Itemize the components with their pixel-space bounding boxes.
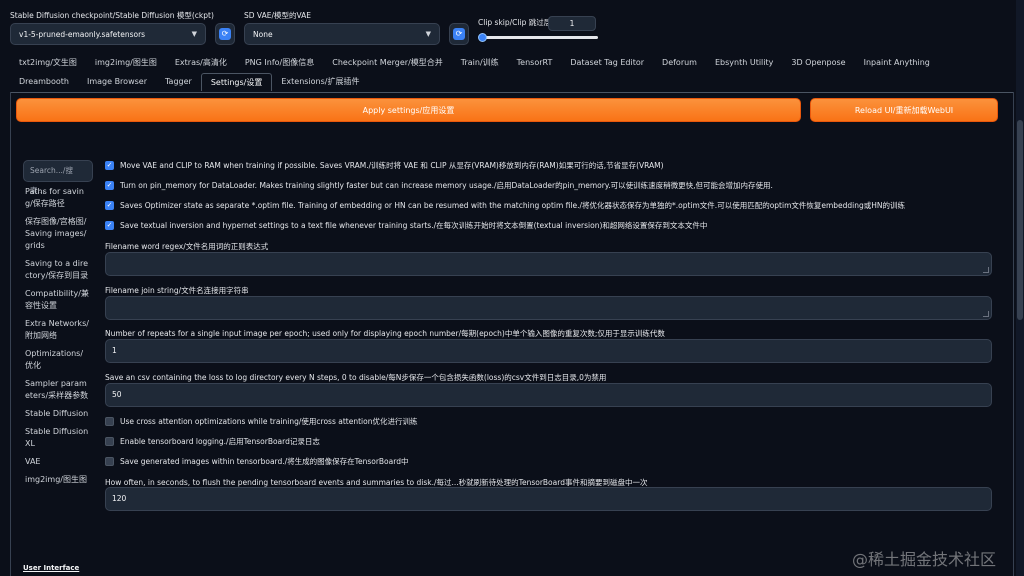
reload-ui-button[interactable]: Reload UI/重新加载WebUI xyxy=(810,98,998,122)
sidebar-item-3[interactable]: Compatibility/兼容性设置 xyxy=(25,288,91,312)
vae-refresh-button[interactable]: ⟳ xyxy=(449,23,469,45)
refresh-icon: ⟳ xyxy=(219,28,231,40)
checkbox-unchecked[interactable] xyxy=(105,457,114,466)
tab-inpaint-anything[interactable]: Inpaint Anything xyxy=(855,54,939,72)
settings-search-input[interactable]: Search.../搜索... xyxy=(23,160,93,195)
setting-tensorboard-images[interactable]: Save generated images within tensorboard… xyxy=(105,456,408,467)
tab-image-browser[interactable]: Image Browser xyxy=(78,73,156,91)
checkbox-checked[interactable]: ✓ xyxy=(105,181,114,190)
repeats-label: Number of repeats for a single input ima… xyxy=(105,329,665,338)
top-bar: Stable Diffusion checkpoint/Stable Diffu… xyxy=(0,0,1024,52)
clip-skip-label: Clip skip/Clip 跳过层 xyxy=(478,18,552,27)
setting-label: Use cross attention optimizations while … xyxy=(120,417,418,426)
setting-save-textual[interactable]: ✓ Save textual inversion and hypernet se… xyxy=(105,220,707,231)
checkbox-checked[interactable]: ✓ xyxy=(105,221,114,230)
setting-optim-state[interactable]: ✓ Saves Optimizer state as separate *.op… xyxy=(105,200,905,211)
tab-extensions[interactable]: Extensions/扩展插件 xyxy=(272,73,368,91)
flush-input[interactable]: 120 xyxy=(105,487,992,511)
setting-label: Move VAE and CLIP to RAM when training i… xyxy=(120,161,664,170)
chevron-down-icon: ▼ xyxy=(425,30,431,38)
tab-img2img[interactable]: img2img/图生图 xyxy=(86,54,166,72)
checkbox-unchecked[interactable] xyxy=(105,437,114,446)
sidebar-item-10[interactable]: img2img/图生图 xyxy=(25,474,91,486)
setting-label: Turn on pin_memory for DataLoader. Makes… xyxy=(120,181,773,190)
tab-checkpoint-merger[interactable]: Checkpoint Merger/模型合并 xyxy=(323,54,452,72)
word-regex-input[interactable] xyxy=(105,252,992,276)
setting-move-vae[interactable]: ✓ Move VAE and CLIP to RAM when training… xyxy=(105,160,664,171)
tab-row-2: Dreambooth Image Browser Tagger Settings/设置… xyxy=(10,73,1014,91)
clip-skip-slider-thumb[interactable] xyxy=(478,33,487,42)
sidebar-item-8[interactable]: Stable Diffusion XL xyxy=(25,426,91,450)
page-scrollbar-thumb[interactable] xyxy=(1017,120,1023,320)
word-regex-label: Filename word regex/文件名用词的正则表达式 xyxy=(105,242,269,251)
csv-steps-input[interactable]: 50 xyxy=(105,383,992,407)
apply-settings-button[interactable]: Apply settings/应用设置 xyxy=(16,98,801,122)
vae-select[interactable]: None ▼ xyxy=(244,23,440,45)
tab-row-1: txt2img/文生图 img2img/图生图 Extras/高清化 PNG Info… xyxy=(10,54,1014,72)
refresh-icon: ⟳ xyxy=(453,28,465,40)
setting-label: Saves Optimizer state as separate *.opti… xyxy=(120,201,906,210)
tab-png-info[interactable]: PNG Info/图像信息 xyxy=(236,54,323,72)
vae-value: None xyxy=(253,29,273,39)
sidebar-item-9[interactable]: VAE xyxy=(25,456,91,468)
tab-txt2img[interactable]: txt2img/文生图 xyxy=(10,54,86,72)
sidebar-item-5[interactable]: Optimizations/优化 xyxy=(25,348,91,372)
watermark: @稀土掘金技术社区 xyxy=(852,550,997,569)
setting-label: Save textual inversion and hypernet sett… xyxy=(120,221,708,230)
chevron-down-icon: ▼ xyxy=(191,30,197,38)
setting-tensorboard-logging[interactable]: Enable tensorboard logging./启用TensorBoar… xyxy=(105,436,320,447)
repeats-input[interactable]: 1 xyxy=(105,339,992,363)
tab-dreambooth[interactable]: Dreambooth xyxy=(10,73,78,91)
tab-extras[interactable]: Extras/高清化 xyxy=(166,54,236,72)
join-string-input[interactable] xyxy=(105,296,992,320)
sidebar-item-2[interactable]: Saving to a directory/保存到目录 xyxy=(25,258,91,282)
tab-3d-openpose[interactable]: 3D Openpose xyxy=(782,54,854,72)
tab-tagger[interactable]: Tagger xyxy=(156,73,201,91)
tab-settings[interactable]: Settings/设置 xyxy=(200,73,273,91)
join-string-label: Filename join string/文件名连接用字符串 xyxy=(105,286,249,295)
csv-steps-label: Save an csv containing the loss to log d… xyxy=(105,373,607,382)
sidebar-item-6[interactable]: Sampler parameters/采样器参数 xyxy=(25,378,91,402)
setting-label: Save generated images within tensorboard… xyxy=(120,457,409,466)
sidebar-item-4[interactable]: Extra Networks/附加网络 xyxy=(25,318,91,342)
clip-skip-number-input[interactable]: 1 xyxy=(548,16,596,31)
sidebar-item-user-interface[interactable]: User Interface xyxy=(23,562,79,574)
main-tabs: txt2img/文生图 img2img/图生图 Extras/高清化 PNG Info… xyxy=(10,54,1014,91)
checkbox-checked[interactable]: ✓ xyxy=(105,201,114,210)
checkpoint-refresh-button[interactable]: ⟳ xyxy=(215,23,235,45)
setting-pin-memory[interactable]: ✓ Turn on pin_memory for DataLoader. Mak… xyxy=(105,180,773,191)
sidebar-item-1[interactable]: 保存图像/宫格图/Saving images/grids xyxy=(25,216,91,252)
checkpoint-value: v1-5-pruned-emaonly.safetensors xyxy=(19,29,146,39)
sidebar-item-0[interactable]: Paths for saving/保存路径 xyxy=(25,186,91,210)
settings-sidebar: Paths for saving/保存路径保存图像/宫格图/Saving ima… xyxy=(23,186,91,572)
clip-skip-slider[interactable] xyxy=(482,36,598,39)
tab-ebsynth-utility[interactable]: Ebsynth Utility xyxy=(706,54,782,72)
sidebar-item-7[interactable]: Stable Diffusion xyxy=(25,408,91,420)
checkpoint-label: Stable Diffusion checkpoint/Stable Diffu… xyxy=(10,11,214,20)
tab-deforum[interactable]: Deforum xyxy=(653,54,706,72)
checkpoint-select[interactable]: v1-5-pruned-emaonly.safetensors ▼ xyxy=(10,23,206,45)
resize-grip-icon[interactable] xyxy=(983,267,989,273)
checkbox-unchecked[interactable] xyxy=(105,417,114,426)
resize-grip-icon[interactable] xyxy=(983,311,989,317)
setting-label: Enable tensorboard logging./启用TensorBoar… xyxy=(120,437,320,446)
checkbox-checked[interactable]: ✓ xyxy=(105,161,114,170)
tab-tensorrt[interactable]: TensorRT xyxy=(508,54,562,72)
tab-train[interactable]: Train/训练 xyxy=(452,54,508,72)
vae-label: SD VAE/模型的VAE xyxy=(244,11,311,20)
tab-dataset-tag-editor[interactable]: Dataset Tag Editor xyxy=(561,54,653,72)
setting-cross-attention[interactable]: Use cross attention optimizations while … xyxy=(105,416,417,427)
